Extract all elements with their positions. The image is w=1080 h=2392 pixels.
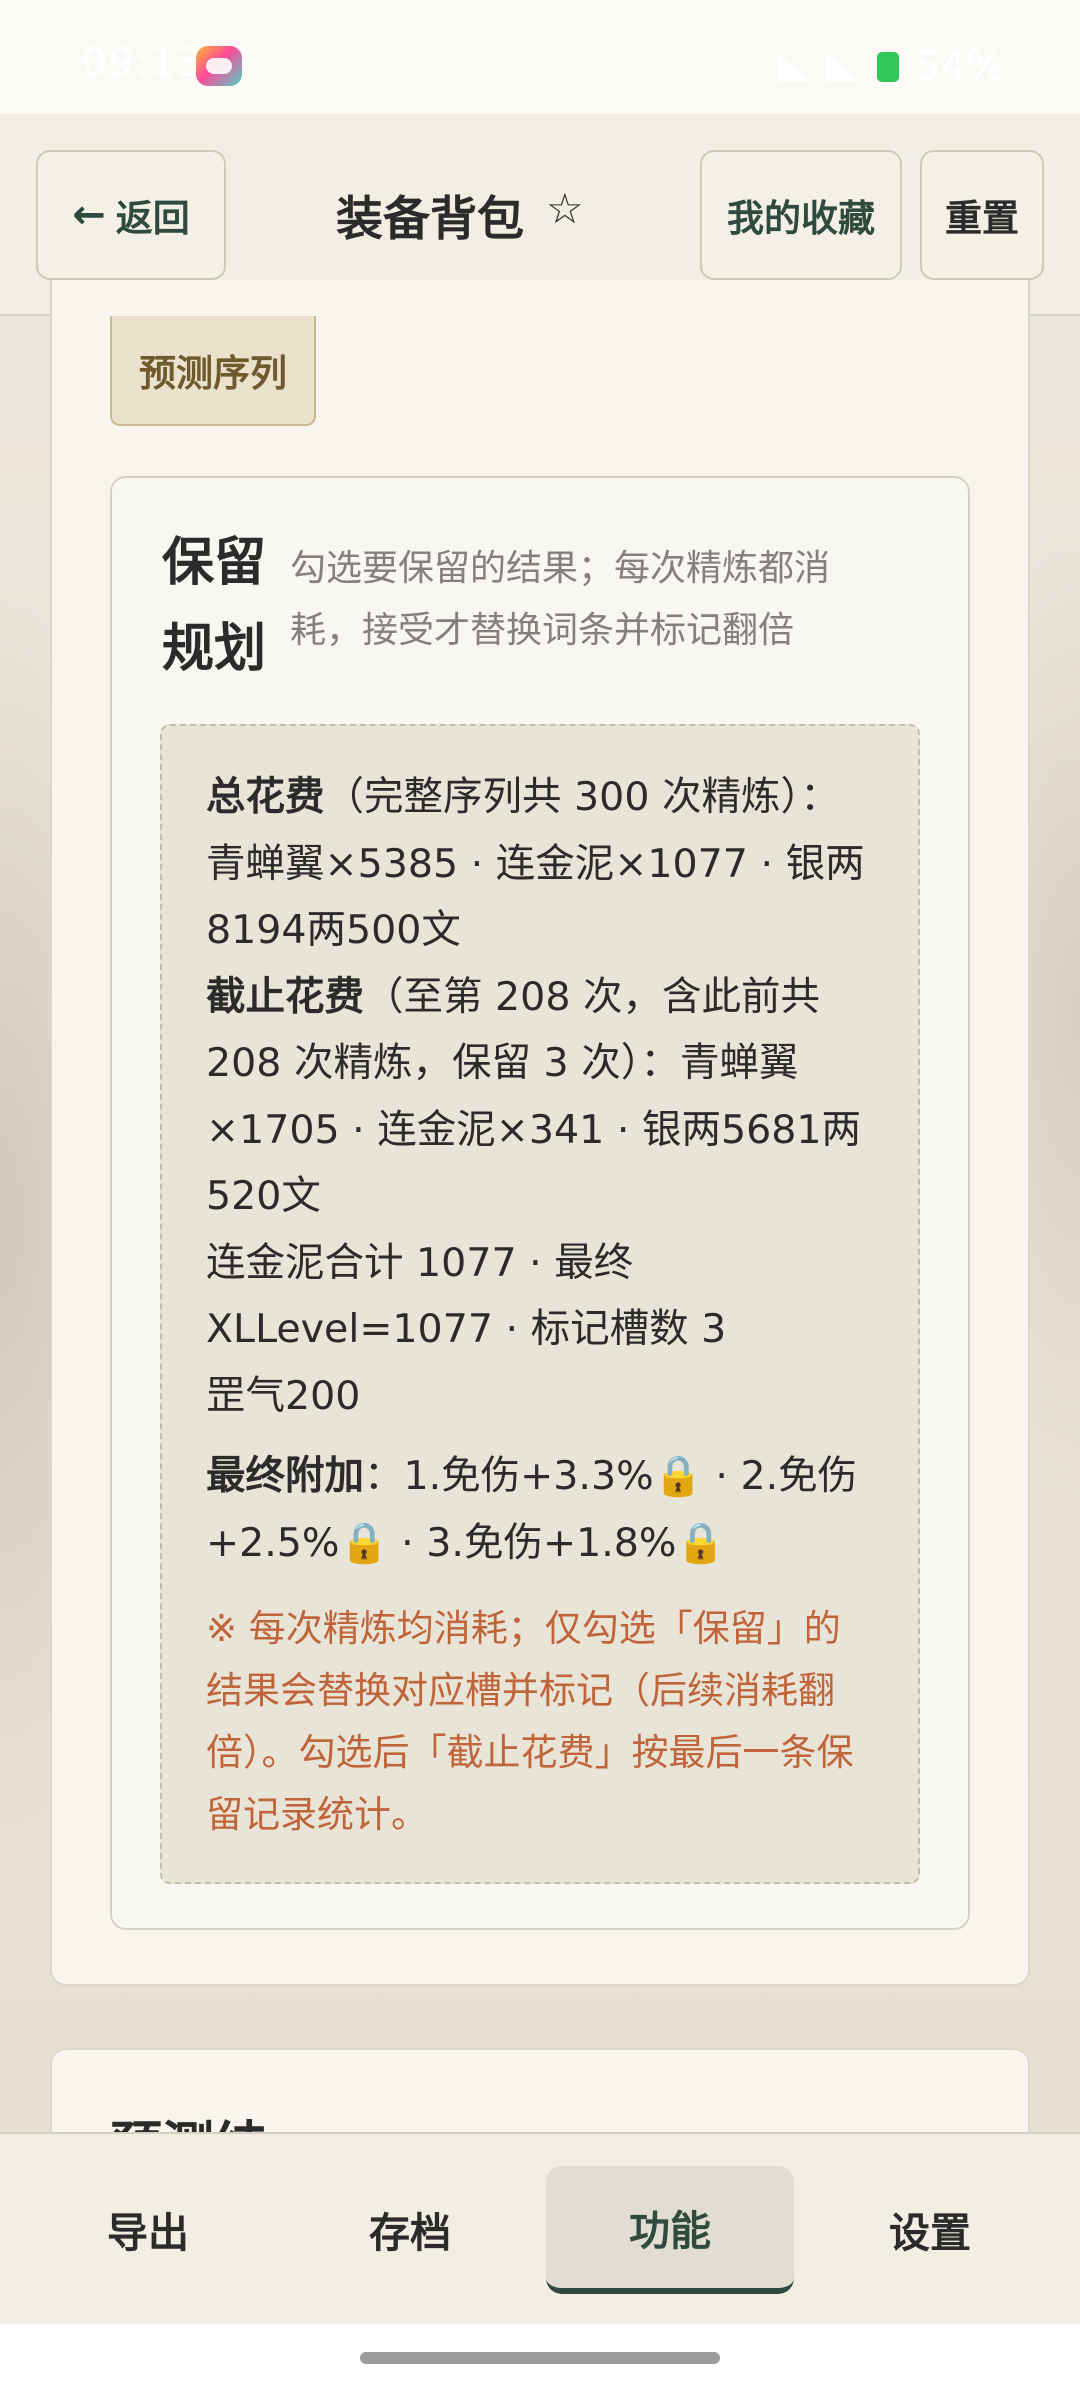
tab-predict-sequence[interactable]: 预测序列 xyxy=(110,316,316,426)
nav-function[interactable]: 功能 xyxy=(546,2166,794,2294)
nav-export[interactable]: 导出 xyxy=(0,2134,296,2324)
star-icon[interactable]: ☆ xyxy=(546,184,584,233)
battery-percent: 54% xyxy=(915,44,1004,90)
reset-button[interactable]: 重置 xyxy=(920,150,1044,280)
consumption-note: ※ 每次精炼均消耗；仅勾选「保留」的结果会替换对应槽并标记（后续消耗翻倍）。勾选… xyxy=(206,1607,854,1836)
page-title: 装备背包 xyxy=(336,192,524,247)
favorites-button[interactable]: 我的收藏 xyxy=(700,150,902,280)
bottom-nav: 导出 存档 功能 设置 xyxy=(0,2132,1080,2324)
game-app-icon xyxy=(196,46,242,86)
battery-icon xyxy=(877,52,900,82)
cost-summary-box: 总花费（完整序列共 300 次精炼）：青蝉翼×5385 · 连金泥×1077 ·… xyxy=(160,724,920,1884)
cutoff-cost-line: 截止花费（至第 208 次，含此前共 208 次精炼，保留 3 次）：青蝉翼×1… xyxy=(206,964,874,1230)
summary-line: 连金泥合计 1077 · 最终 XLLevel=1077 · 标记槽数 3 xyxy=(206,1239,727,1353)
plan-description: 勾选要保留的结果；每次精炼都消耗，接受才替换词条并标记翻倍 xyxy=(290,548,831,651)
arrow-left-icon: ← xyxy=(72,192,106,238)
final-bonus-label: 最终附加 xyxy=(206,1453,364,1499)
status-icons: 54% xyxy=(777,44,1004,90)
home-gesture-bar[interactable] xyxy=(360,2352,720,2364)
cutoff-cost-label: 截止花费 xyxy=(206,973,364,1020)
back-button-label: 返回 xyxy=(115,197,190,240)
aura-line: 罡气200 xyxy=(206,1372,361,1419)
status-bar: 09:13 54% xyxy=(0,0,1080,114)
status-time: 09:13 xyxy=(82,40,203,86)
back-button[interactable]: ← 返回 xyxy=(36,150,226,280)
final-bonus-line: 最终附加：1.免伤+3.3%🔒 · 2.免伤+2.5%🔒 · 3.免伤+1.8%… xyxy=(206,1443,874,1576)
signal-icon xyxy=(827,52,862,82)
nav-settings[interactable]: 设置 xyxy=(782,2134,1078,2324)
wifi-icon xyxy=(777,52,812,82)
plan-title: 保留规划 xyxy=(162,533,267,679)
total-cost-line: 总花费（完整序列共 300 次精炼）：青蝉翼×5385 · 连金泥×1077 ·… xyxy=(206,764,874,964)
total-cost-label: 总花费 xyxy=(206,774,325,820)
nav-archive[interactable]: 存档 xyxy=(262,2134,558,2324)
